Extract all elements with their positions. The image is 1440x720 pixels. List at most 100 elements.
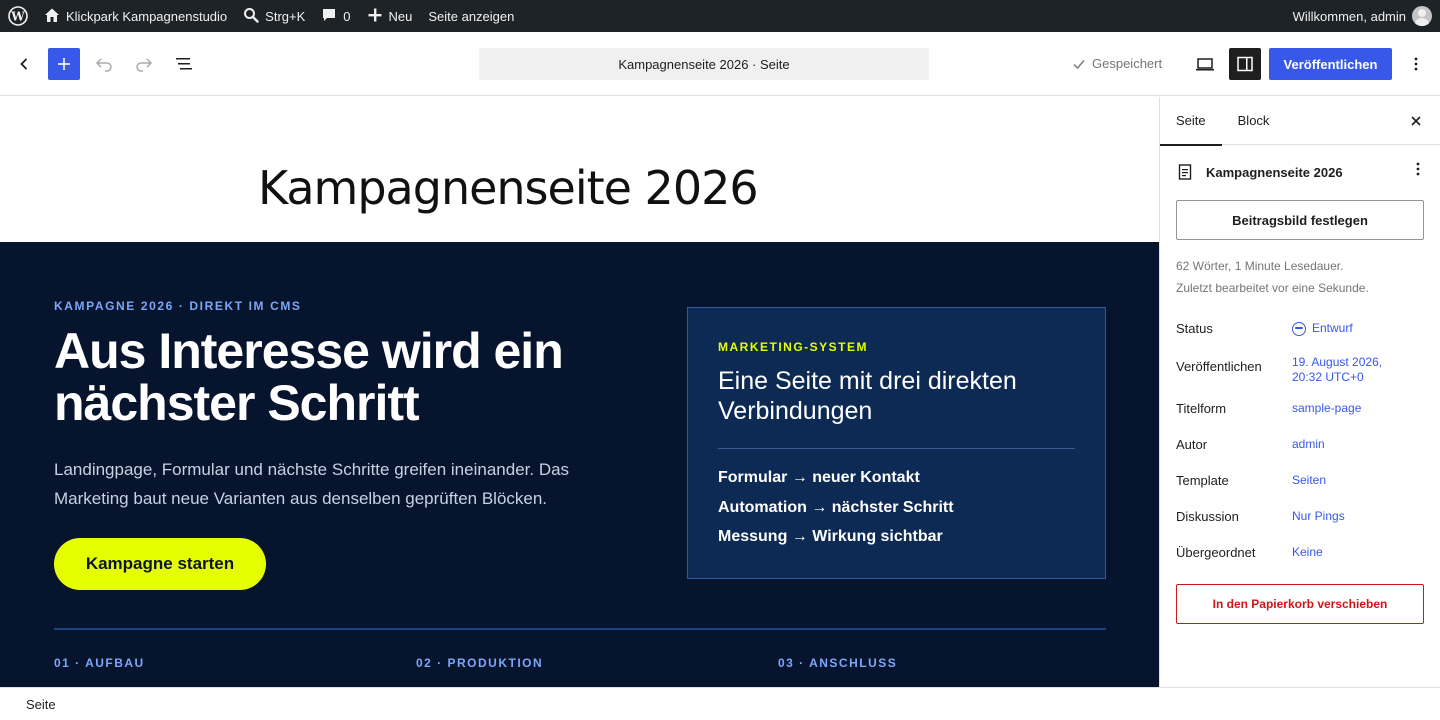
status-value[interactable]: Entwurf <box>1292 321 1353 336</box>
editor-header: Kampagnenseite 2026 · Seite Gespeichert … <box>0 32 1440 96</box>
step-label[interactable]: 02 · PRODUKTION <box>416 656 543 670</box>
page-icon <box>1178 164 1192 180</box>
editor-canvas: Kampagnenseite 2026 KAMPAGNE 2026 · DIRE… <box>0 97 1159 687</box>
sidebar-icon <box>1237 56 1253 72</box>
undo-icon <box>95 58 112 72</box>
comments-count: 0 <box>343 8 351 24</box>
campaign-start-button[interactable]: Kampagne starten <box>54 538 266 590</box>
greeting: Willkommen, admin <box>1292 8 1406 24</box>
options-button[interactable] <box>1400 48 1432 80</box>
set-featured-image-button[interactable]: Beitragsbild festlegen <box>1176 200 1424 240</box>
undo-button[interactable] <box>88 48 120 80</box>
move-to-trash-button[interactable]: In den Papierkorb verschieben <box>1176 584 1424 624</box>
template-value[interactable]: Seiten <box>1292 473 1326 488</box>
view-page-link[interactable]: Seite anzeigen <box>420 0 522 32</box>
document-meta: 62 Wörter, 1 Minute Lesedauer. Zuletzt b… <box>1176 255 1369 299</box>
slug-value[interactable]: sample-page <box>1292 401 1361 416</box>
parent-label: Übergeordnet <box>1176 545 1256 560</box>
saved-status: Gespeichert <box>1072 56 1162 71</box>
document-overview-button[interactable] <box>168 48 200 80</box>
status-row: Status Entwurf <box>1176 321 1426 336</box>
home-icon <box>44 7 60 26</box>
back-button[interactable] <box>8 48 40 80</box>
document-title-bar[interactable]: Kampagnenseite 2026 · Seite <box>479 48 929 80</box>
settings-toggle-button[interactable] <box>1229 48 1261 80</box>
site-name: Klickpark Kampagnenstudio <box>66 8 228 24</box>
card-list: Formular → neuer Kontakt Automation → nä… <box>718 468 954 557</box>
new-label: Neu <box>388 8 413 24</box>
close-icon <box>1411 116 1421 126</box>
step-label[interactable]: 01 · AUFBAU <box>54 656 145 670</box>
card-heading[interactable]: Eine Seite mit drei direkten Verbindunge… <box>718 366 1078 426</box>
word-count: 62 Wörter, 1 Minute Lesedauer. <box>1176 259 1344 273</box>
account-menu[interactable]: Willkommen, admin <box>1285 0 1440 32</box>
publish-date: 19. August 2026, <box>1292 355 1383 369</box>
more-vertical-icon <box>1414 57 1418 71</box>
card-divider <box>718 448 1075 449</box>
breadcrumb-item[interactable]: Seite <box>26 697 56 712</box>
parent-row: Übergeordnet Keine <box>1176 545 1426 560</box>
redo-icon <box>136 58 153 72</box>
wordpress-logo-icon[interactable]: W <box>0 0 36 32</box>
document-summary: Kampagnenseite 2026 <box>1176 160 1426 184</box>
view-page-label: Seite anzeigen <box>428 8 515 24</box>
publish-label: Veröffentlichen <box>1176 359 1262 374</box>
card-list-item[interactable]: Formular → neuer Kontakt <box>718 468 954 498</box>
tab-page[interactable]: Seite <box>1160 97 1222 146</box>
draft-icon <box>1292 322 1306 336</box>
marketing-card: MARKETING-SYSTEM Eine Seite mit drei dir… <box>687 307 1106 579</box>
hero-eyebrow[interactable]: KAMPAGNE 2026 · DIREKT IM CMS <box>54 299 302 313</box>
document-summary-title: Kampagnenseite 2026 <box>1206 164 1343 180</box>
comments-link[interactable]: 0 <box>313 0 358 32</box>
parent-value[interactable]: Keine <box>1292 545 1323 560</box>
block-breadcrumb-bar: Seite <box>0 687 1440 720</box>
search-icon <box>243 7 259 26</box>
settings-sidebar: Seite Block Kampagnenseite 2026 Beitrags… <box>1159 97 1440 687</box>
discussion-row: Diskussion Nur Pings <box>1176 509 1426 524</box>
publish-date-value[interactable]: 19. August 2026, 20:32 UTC+0 <box>1292 355 1382 385</box>
author-label: Autor <box>1176 437 1208 452</box>
avatar <box>1412 6 1432 26</box>
close-sidebar-button[interactable] <box>1406 111 1426 131</box>
tab-block[interactable]: Block <box>1222 97 1286 145</box>
card-list-item[interactable]: Messung → Wirkung sichtbar <box>718 527 954 557</box>
hero-heading[interactable]: Aus Interesse wird ein nächster Schritt <box>54 325 654 429</box>
document-actions-button[interactable] <box>1410 161 1426 180</box>
site-name-link[interactable]: Klickpark Kampagnenstudio <box>36 0 235 32</box>
hero-section: KAMPAGNE 2026 · DIREKT IM CMS Aus Intere… <box>0 242 1159 687</box>
command-search-link[interactable]: Strg+K <box>235 0 313 32</box>
new-content-link[interactable]: Neu <box>359 0 421 32</box>
svg-text:W: W <box>10 10 25 24</box>
template-label: Template <box>1176 473 1229 488</box>
hero-paragraph[interactable]: Landingpage, Formular und nächste Schrit… <box>54 455 634 513</box>
step-label[interactable]: 03 · ANSCHLUSS <box>778 656 897 670</box>
block-inserter-button[interactable] <box>48 48 80 80</box>
status-label: Status <box>1176 321 1213 336</box>
discussion-value[interactable]: Nur Pings <box>1292 509 1345 524</box>
comment-icon <box>321 7 337 26</box>
publish-button[interactable]: Veröffentlichen <box>1269 48 1392 80</box>
plus-icon <box>367 7 383 26</box>
author-row: Autor admin <box>1176 437 1426 452</box>
redo-button[interactable] <box>128 48 160 80</box>
hero-divider <box>54 628 1106 630</box>
more-vertical-icon <box>1416 162 1420 176</box>
search-shortcut: Strg+K <box>265 8 306 24</box>
card-eyebrow[interactable]: MARKETING-SYSTEM <box>718 340 868 354</box>
admin-bar: W Klickpark Kampagnenstudio Strg+K 0 Neu… <box>0 0 1440 32</box>
check-icon <box>1073 59 1085 69</box>
template-row: Template Seiten <box>1176 473 1426 488</box>
document-title: Kampagnenseite 2026 · Seite <box>618 56 790 72</box>
list-view-icon <box>176 58 192 70</box>
desktop-icon <box>1196 58 1214 71</box>
card-list-item[interactable]: Automation → nächster Schritt <box>718 498 954 528</box>
discussion-label: Diskussion <box>1176 509 1239 524</box>
post-title[interactable]: Kampagnenseite 2026 <box>258 161 759 215</box>
publish-date-row: Veröffentlichen 19. August 2026, 20:32 U… <box>1176 355 1426 385</box>
status-value-text: Entwurf <box>1312 321 1353 335</box>
author-value[interactable]: admin <box>1292 437 1325 452</box>
plus-icon <box>58 58 70 70</box>
last-edited: Zuletzt bearbeitet vor eine Sekunde. <box>1176 281 1369 295</box>
preview-button[interactable] <box>1189 48 1221 80</box>
slug-label: Titelform <box>1176 401 1227 416</box>
